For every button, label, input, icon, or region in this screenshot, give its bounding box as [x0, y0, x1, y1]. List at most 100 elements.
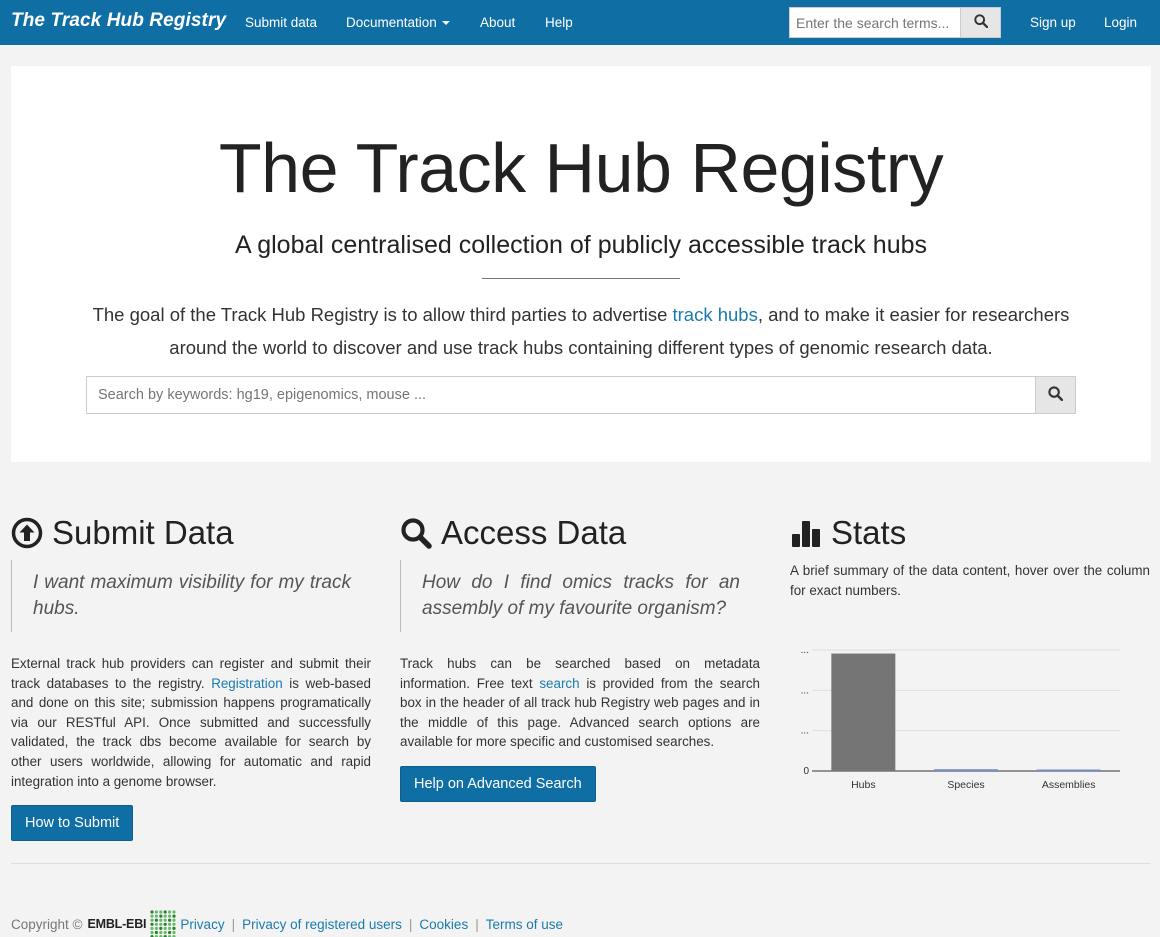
y-tick-label: ...	[801, 645, 809, 656]
nav-submit-data[interactable]: Submit data	[245, 15, 317, 30]
bar-species	[934, 769, 998, 771]
page-subtitle: A global centralised collection of publi…	[234, 231, 928, 259]
logo-dot	[172, 922, 176, 926]
logo-dot	[168, 910, 172, 914]
privacy-registered-users-link[interactable]: Privacy of registered users	[242, 917, 402, 932]
stats-description: A brief summary of the data content, hov…	[790, 563, 1150, 598]
access-quote: How do I find omics tracks for an assemb…	[400, 560, 760, 632]
logo-dot	[163, 910, 168, 914]
submit-description: External track hub providers can registe…	[11, 654, 371, 791]
logo-dot	[155, 910, 159, 914]
top-navbar: The Track Hub Registry Submit data Docum…	[0, 0, 1160, 45]
cookies-link[interactable]: Cookies	[419, 917, 468, 932]
page-title: The Track Hub Registry	[218, 129, 944, 207]
nav-about[interactable]: About	[480, 15, 515, 30]
logo-dot	[150, 914, 154, 918]
stats-section: Stats A brief summary of the data conten…	[790, 510, 1150, 601]
advanced-search-help-button[interactable]: Help on Advanced Search	[400, 765, 596, 802]
search-icon	[1048, 386, 1064, 402]
logo-dot	[163, 914, 168, 918]
stats-heading: Stats	[790, 510, 1150, 556]
logo-dot	[168, 926, 172, 930]
nav-documentation[interactable]: Documentation	[346, 15, 450, 30]
logo-dot	[168, 914, 172, 918]
how-to-submit-button[interactable]: How to Submit	[11, 805, 134, 842]
footer: Copyright © EMBL-EBI Privacy | Privacy o…	[11, 909, 563, 937]
logo-dot	[150, 910, 154, 914]
logo-dot	[155, 914, 159, 918]
brand-link[interactable]: The Track Hub Registry	[11, 10, 226, 32]
bar-hubs	[831, 653, 896, 771]
hero-search-form	[86, 376, 1076, 414]
stats-bar-chart: 0......... Hubs Species Assemblies	[801, 645, 1120, 791]
access-data-heading-text: Access Data	[441, 514, 627, 551]
hero-search-input[interactable]	[86, 376, 1036, 414]
access-data-heading: Access Data	[400, 510, 760, 556]
search-icon	[973, 14, 988, 29]
footer-divider	[11, 863, 1151, 864]
logo-dot	[155, 922, 159, 926]
terms-of-use-link[interactable]: Terms of use	[486, 917, 563, 932]
hero-description: The goal of the Track Hub Registry is to…	[71, 298, 1091, 364]
logo-dot	[155, 926, 159, 930]
logo-dot	[172, 930, 176, 935]
logo-dot	[155, 930, 159, 935]
logo-dot	[172, 926, 176, 930]
logo-dot	[150, 926, 154, 930]
separator: |	[408, 916, 413, 932]
x-tick-label: Species	[947, 779, 984, 791]
logo-dot	[150, 918, 154, 922]
submit-desc-text-end: is web-based and done on this site; subm…	[11, 675, 372, 789]
hero-search-button[interactable]	[1035, 376, 1076, 414]
x-tick-label: Hubs	[851, 779, 876, 791]
copyright-text: Copyright ©	[11, 916, 83, 932]
submit-quote: I want maximum visibility for my track h…	[11, 560, 371, 632]
nav-login[interactable]: Login	[1104, 15, 1137, 30]
logo-dot	[172, 910, 176, 914]
nav-search-button[interactable]	[960, 7, 1001, 38]
submit-data-section: Submit Data I want maximum visibility fo…	[11, 510, 371, 842]
hero-panel: The Track Hub Registry A global centrali…	[11, 66, 1151, 462]
search-link[interactable]: search	[539, 676, 579, 691]
nav-documentation-label: Documentation	[346, 15, 437, 30]
nav-signup[interactable]: Sign up	[1030, 15, 1076, 30]
logo-dot	[150, 930, 154, 935]
divider	[482, 278, 680, 279]
logo-dot	[150, 922, 154, 926]
hero-desc-text: The goal of the Track Hub Registry is to…	[92, 304, 673, 325]
logo-dot	[168, 930, 172, 935]
logo-dot	[159, 926, 163, 930]
logo-dot	[155, 918, 159, 922]
logo-dot	[163, 918, 168, 922]
y-tick-label: ...	[801, 685, 809, 696]
logo-dot	[163, 926, 168, 930]
y-tick-label: 0	[803, 766, 809, 777]
submit-data-heading: Submit Data	[11, 510, 371, 556]
logo-dot	[163, 922, 168, 926]
logo-dot	[159, 910, 163, 914]
logo-dot	[163, 930, 168, 935]
registration-link[interactable]: Registration	[211, 676, 282, 691]
nav-search-input[interactable]	[789, 7, 961, 38]
separator: |	[231, 916, 236, 932]
logo-dot	[168, 922, 172, 926]
search-icon	[401, 518, 432, 549]
logo-dot	[159, 914, 163, 918]
y-tick-label: ...	[801, 726, 809, 737]
arrow-circle-up-icon	[11, 517, 43, 549]
track-hubs-link[interactable]: track hubs	[673, 304, 758, 325]
access-data-section: Access Data How do I find omics tracks f…	[400, 510, 760, 802]
logo-dot	[159, 918, 163, 922]
embl-ebi-logo-text: EMBL-EBI	[87, 917, 147, 931]
submit-data-heading-text: Submit Data	[52, 514, 234, 551]
privacy-link[interactable]: Privacy	[180, 917, 224, 932]
stats-heading-text: Stats	[831, 514, 907, 551]
x-tick-label: Assemblies	[1042, 779, 1096, 791]
separator: |	[475, 916, 479, 932]
logo-dot	[159, 930, 163, 935]
nav-help[interactable]: Help	[545, 15, 573, 30]
embl-ebi-logo-icon	[150, 910, 176, 937]
logo-dot	[172, 914, 176, 918]
logo-dot	[159, 922, 163, 926]
logo-dot	[168, 918, 172, 922]
